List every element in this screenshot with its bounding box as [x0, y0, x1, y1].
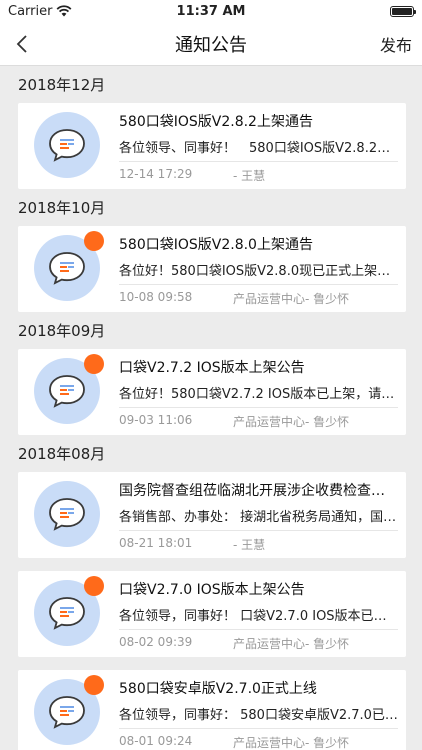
battery-icon [390, 5, 416, 17]
notice-item[interactable]: 国务院督查组莅临湖北开展涉企收费检查工作 各销售部、办事处： 接湖北省税务局通知… [18, 472, 406, 558]
divider [119, 407, 398, 408]
avatar-wrap [34, 481, 100, 547]
notice-meta: 12-14 17:29 - 王慧 [119, 167, 398, 184]
notice-author: 产品运营中心- 鲁少怀 [233, 736, 350, 750]
notice-summary: 各位好！580口袋V2.7.2 IOS版本已上架，请大家更新 [119, 387, 398, 402]
avatar-wrap [34, 112, 100, 178]
unread-dot [84, 354, 104, 374]
month-items: 580口袋IOS版V2.8.0上架通告 各位好！580口袋IOS版V2.8.0现… [0, 226, 422, 312]
month-group: 2018年08月 国务院督查组莅临湖北开展涉企收费检查工作 各销售部、办事处： … [0, 435, 422, 750]
month-items: 口袋V2.7.2 IOS版本上架公告 各位好！580口袋V2.7.2 IOS版本… [0, 349, 422, 435]
chat-bubble-icon [49, 597, 85, 630]
divider [119, 284, 398, 285]
notice-body: 口袋V2.7.0 IOS版本上架公告 各位领导，同事好！ 口袋V2.7.0 IO… [119, 571, 398, 657]
notice-date: 08-01 09:24 [119, 734, 193, 748]
notice-meta: 10-08 09:58 产品运营中心- 鲁少怀 [119, 290, 398, 307]
avatar [34, 112, 100, 178]
notice-date: 09-03 11:06 [119, 413, 193, 427]
chevron-left-icon [16, 35, 27, 53]
notice-body: 口袋V2.7.2 IOS版本上架公告 各位好！580口袋V2.7.2 IOS版本… [119, 349, 398, 435]
notice-title: 580口袋IOS版V2.8.2上架通告 [119, 114, 313, 130]
divider [119, 629, 398, 630]
notice-summary: 各位领导，同事好： 580口袋安卓版V2.7.0已正式上线 [119, 708, 398, 723]
notice-date: 08-02 09:39 [119, 635, 193, 649]
month-items: 国务院督查组莅临湖北开展涉企收费检查工作 各销售部、办事处： 接湖北省税务局通知… [0, 472, 422, 750]
unread-dot [84, 576, 104, 596]
divider [119, 530, 398, 531]
notice-meta: 08-21 18:01 - 王慧 [119, 536, 398, 553]
month-header: 2018年08月 [18, 445, 106, 463]
notice-body: 580口袋IOS版V2.8.0上架通告 各位好！580口袋IOS版V2.8.0现… [119, 226, 398, 312]
status-bar: Carrier 11:37 AM [0, 0, 422, 22]
notice-meta: 08-01 09:24 产品运营中心- 鲁少怀 [119, 734, 398, 750]
notice-item[interactable]: 580口袋IOS版V2.8.2上架通告 各位领导、同事好！ 580口袋IOS版V… [18, 103, 406, 189]
avatar-wrap [34, 354, 104, 424]
notice-meta: 08-02 09:39 产品运营中心- 鲁少怀 [119, 635, 398, 652]
notice-summary: 各位领导、同事好！ 580口袋IOS版V2.8.2已正式上架 [119, 141, 398, 156]
divider [119, 161, 398, 162]
notice-title: 国务院督查组莅临湖北开展涉企收费检查工作 [119, 483, 398, 499]
notice-author: - 王慧 [233, 169, 266, 183]
chat-bubble-icon [49, 129, 85, 162]
back-button[interactable] [6, 28, 38, 60]
notice-title: 口袋V2.7.2 IOS版本上架公告 [119, 360, 305, 376]
unread-dot [84, 231, 104, 251]
wifi-icon [57, 5, 72, 17]
nav-bar: 通知公告 发布 [0, 22, 422, 66]
month-header: 2018年12月 [18, 76, 106, 94]
chat-bubble-icon [49, 252, 85, 285]
avatar-wrap [34, 675, 104, 745]
month-header: 2018年09月 [18, 322, 106, 340]
notice-author: 产品运营中心- 鲁少怀 [233, 637, 350, 651]
month-group: 2018年09月 口袋V2.7.2 IOS版本上架公告 各位好！580口袋V2.… [0, 312, 422, 435]
notice-body: 580口袋安卓版V2.7.0正式上线 各位领导，同事好： 580口袋安卓版V2.… [119, 670, 398, 750]
avatar-wrap [34, 576, 104, 646]
notice-meta: 09-03 11:06 产品运营中心- 鲁少怀 [119, 413, 398, 430]
publish-button[interactable]: 发布 [380, 32, 412, 56]
notice-title: 580口袋安卓版V2.7.0正式上线 [119, 681, 317, 697]
month-items: 580口袋IOS版V2.8.2上架通告 各位领导、同事好！ 580口袋IOS版V… [0, 103, 422, 189]
notice-item[interactable]: 580口袋安卓版V2.7.0正式上线 各位领导，同事好： 580口袋安卓版V2.… [18, 670, 406, 750]
notice-summary: 各位领导，同事好！ 口袋V2.7.0 IOS版本已正式上架 [119, 609, 398, 624]
notice-body: 国务院督查组莅临湖北开展涉企收费检查工作 各销售部、办事处： 接湖北省税务局通知… [119, 472, 398, 558]
notice-item[interactable]: 580口袋IOS版V2.8.0上架通告 各位好！580口袋IOS版V2.8.0现… [18, 226, 406, 312]
notice-item[interactable]: 口袋V2.7.0 IOS版本上架公告 各位领导，同事好！ 口袋V2.7.0 IO… [18, 571, 406, 657]
notice-author: 产品运营中心- 鲁少怀 [233, 292, 350, 306]
month-header: 2018年10月 [18, 199, 106, 217]
notice-date: 08-21 18:01 [119, 536, 193, 550]
page-title: 通知公告 [175, 34, 247, 56]
notice-body: 580口袋IOS版V2.8.2上架通告 各位领导、同事好！ 580口袋IOS版V… [119, 103, 398, 189]
unread-dot [84, 675, 104, 695]
month-group: 2018年10月 580口袋IOS版V2.8.0上架通告 各位好！580口袋IO… [0, 189, 422, 312]
chat-bubble-icon [49, 375, 85, 408]
avatar [34, 481, 100, 547]
chat-bubble-icon [49, 498, 85, 531]
notice-title: 580口袋IOS版V2.8.0上架通告 [119, 237, 313, 253]
notice-author: 产品运营中心- 鲁少怀 [233, 415, 350, 429]
notice-title: 口袋V2.7.0 IOS版本上架公告 [119, 582, 305, 598]
notice-summary: 各位好！580口袋IOS版V2.8.0现已正式上架，请大家更新 [119, 264, 398, 279]
notice-date: 12-14 17:29 [119, 167, 193, 181]
notice-author: - 王慧 [233, 538, 266, 552]
chat-bubble-icon [49, 696, 85, 729]
notice-date: 10-08 09:58 [119, 290, 193, 304]
notice-item[interactable]: 口袋V2.7.2 IOS版本上架公告 各位好！580口袋V2.7.2 IOS版本… [18, 349, 406, 435]
status-left: Carrier [8, 4, 72, 19]
month-group: 2018年12月 580口袋IOS版V2.8.2上架通告 各位领导、同事好！ 5… [0, 66, 422, 189]
notice-list[interactable]: 2018年12月 580口袋IOS版V2.8.2上架通告 各位领导、同事好！ 5… [0, 66, 422, 750]
notice-summary: 各销售部、办事处： 接湖北省税务局通知，国务院督查组 [119, 510, 398, 525]
carrier-label: Carrier [8, 3, 53, 19]
avatar-wrap [34, 231, 104, 301]
divider [119, 728, 398, 729]
